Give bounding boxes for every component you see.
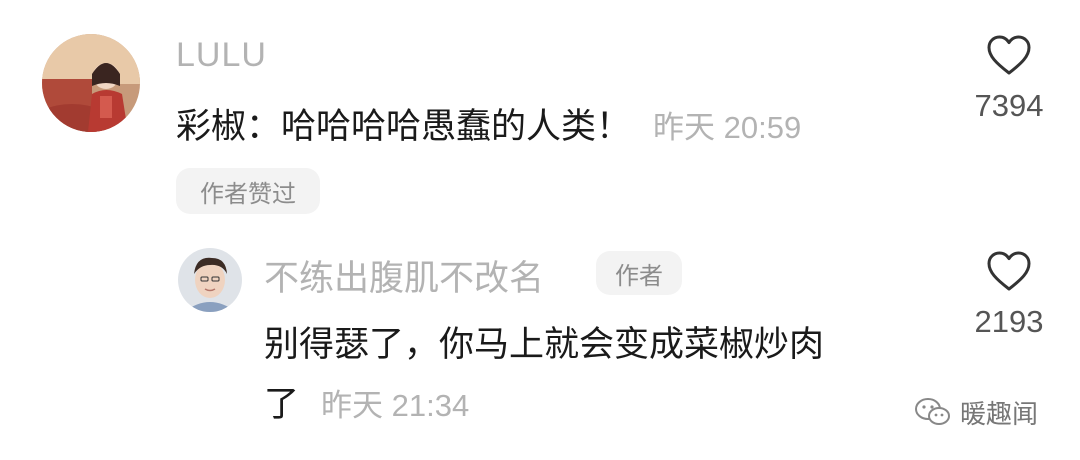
reply-text-line2: 了昨天 21:34 xyxy=(264,376,469,427)
comment-text: 彩椒：哈哈哈哈愚蠢的人类！ 昨天 20:59 xyxy=(176,98,801,149)
reply-text-line1: 别得瑟了，你马上就会变成菜椒炒肉 xyxy=(264,325,825,365)
reply-like-button[interactable]: 2193 xyxy=(949,250,1069,340)
wechat-icon xyxy=(915,398,950,425)
reply-like-count: 2193 xyxy=(974,304,1044,339)
comment-timestamp: 昨天 20:59 xyxy=(653,110,802,145)
reply-avatar[interactable] xyxy=(178,248,242,312)
comment-username[interactable]: LULU xyxy=(176,36,267,75)
comment-body: 彩椒：哈哈哈哈愚蠢的人类！ xyxy=(176,107,632,147)
author-liked-badge: 作者赞过 xyxy=(176,168,320,214)
user-avatar-photo-icon xyxy=(178,248,242,312)
comment-like-button[interactable]: 7394 xyxy=(949,34,1069,124)
watermark: 暖趣闻 xyxy=(914,392,1038,432)
author-tag: 作者 xyxy=(596,251,682,295)
reply-body-end: 了 xyxy=(264,385,300,425)
heart-outline-icon[interactable] xyxy=(986,34,1032,76)
heart-outline-icon[interactable] xyxy=(986,250,1032,292)
user-avatar-photo-icon xyxy=(42,34,140,132)
reply-timestamp: 昨天 21:34 xyxy=(321,388,470,423)
comment-avatar[interactable] xyxy=(42,34,140,132)
watermark-text: 暖趣闻 xyxy=(960,399,1039,430)
reply-username[interactable]: 不练出腹肌不改名 xyxy=(264,250,544,301)
comment-like-count: 7394 xyxy=(974,88,1044,123)
